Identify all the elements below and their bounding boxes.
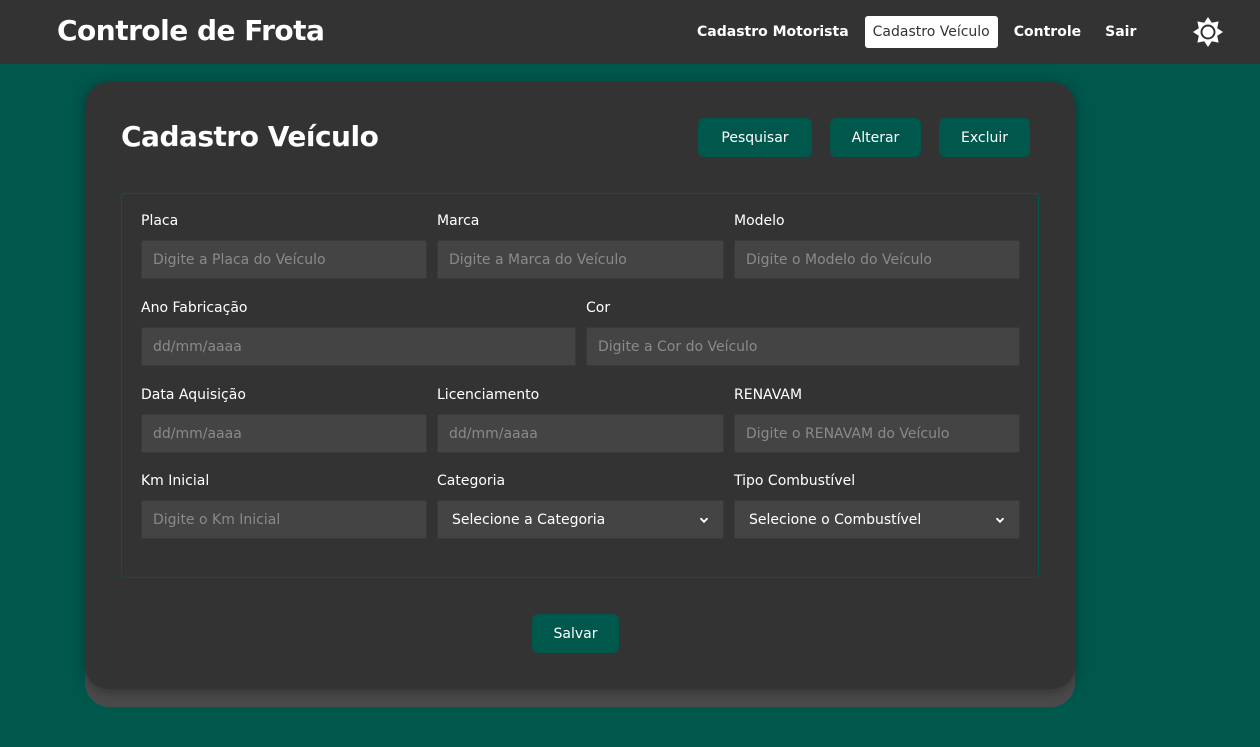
vehicle-form-card: Cadastro Veículo Pesquisar Alterar Exclu… [85,82,1075,689]
licenciamento-field: Licenciamento [437,386,724,453]
save-button[interactable]: Salvar [532,614,619,653]
categoria-field: Categoria Selecione a Categoria [437,472,724,539]
combustivel-select[interactable]: Selecione o Combustível [734,500,1020,539]
delete-button[interactable]: Excluir [939,118,1030,157]
top-navbar: Controle de Frota Cadastro Motorista Cad… [0,0,1260,64]
data-aquisicao-input[interactable] [141,414,427,453]
combustivel-label: Tipo Combustível [734,473,856,489]
cor-input[interactable] [586,327,1020,366]
cor-label: Cor [586,300,611,316]
data-aquisicao-label: Data Aquisição [141,387,246,403]
data-aquisicao-field: Data Aquisição [141,386,427,453]
nav-cadastro-veiculo[interactable]: Cadastro Veículo [864,16,998,48]
placa-label: Placa [141,213,179,229]
nav-cadastro-motorista[interactable]: Cadastro Motorista [689,16,857,48]
chevron-down-icon [995,517,1005,523]
ano-fabricacao-label: Ano Fabricação [141,300,248,316]
renavam-field: RENAVAM [734,386,1020,453]
marca-label: Marca [437,213,480,229]
categoria-label: Categoria [437,473,506,489]
ano-fabricacao-input[interactable] [141,327,576,366]
chevron-down-icon [699,517,709,523]
licenciamento-input[interactable] [437,414,724,453]
combustivel-field: Tipo Combustível Selecione o Combustível [734,472,1020,539]
ano-fabricacao-field: Ano Fabricação [141,299,576,366]
edit-button[interactable]: Alterar [830,118,921,157]
renavam-label: RENAVAM [734,387,803,403]
licenciamento-label: Licenciamento [437,387,540,403]
cor-field: Cor [586,299,1020,366]
nav-sair[interactable]: Sair [1097,16,1144,48]
km-inicial-field: Km Inicial [141,472,427,539]
vehicle-fieldset: Placa Marca Modelo Ano Fabricação Cor Da… [121,193,1039,578]
categoria-selected-value: Selecione a Categoria [452,511,606,528]
app-title: Controle de Frota [57,14,325,47]
marca-input[interactable] [437,240,724,279]
placa-input[interactable] [141,240,427,279]
sun-icon[interactable] [1192,16,1224,48]
page-title: Cadastro Veículo [121,120,379,153]
modelo-input[interactable] [734,240,1020,279]
search-button[interactable]: Pesquisar [698,118,812,157]
km-inicial-input[interactable] [141,500,427,539]
categoria-select[interactable]: Selecione a Categoria [437,500,724,539]
renavam-input[interactable] [734,414,1020,453]
modelo-field: Modelo [734,212,1020,279]
combustivel-selected-value: Selecione o Combustível [749,511,922,528]
placa-field: Placa [141,212,427,279]
modelo-label: Modelo [734,213,785,229]
nav-controle[interactable]: Controle [1006,16,1089,48]
marca-field: Marca [437,212,724,279]
km-inicial-label: Km Inicial [141,473,210,489]
nav-links: Cadastro Motorista Cadastro Veículo Cont… [689,16,1144,48]
